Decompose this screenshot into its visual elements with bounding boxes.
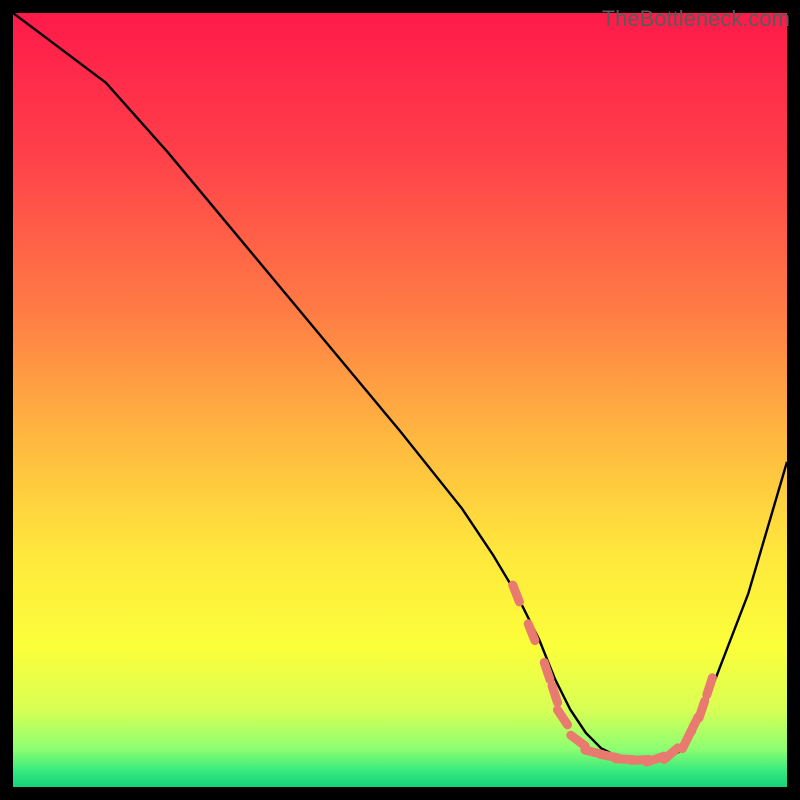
curve-marker (528, 624, 535, 641)
curve-marker (544, 662, 550, 679)
curve-marker (707, 678, 713, 695)
curve-marker (699, 701, 705, 718)
watermark-text: TheBottleneck.com (602, 6, 790, 32)
chart-svg (13, 13, 787, 787)
chart-plot-area (13, 13, 787, 787)
curve-marker (552, 686, 558, 703)
curve-marker (513, 585, 520, 602)
gradient-background (13, 13, 787, 787)
